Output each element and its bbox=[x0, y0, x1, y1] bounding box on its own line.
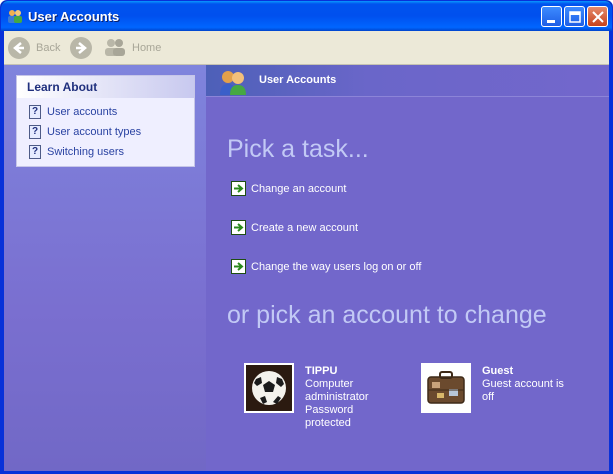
help-icon: ? bbox=[29, 105, 41, 119]
account-description: Computer administrator Password protecte… bbox=[305, 378, 395, 430]
account-desc-line: Password bbox=[305, 404, 354, 416]
toolbar: Back Home bbox=[4, 31, 609, 65]
right-pane: User Accounts Pick a task... Change an a… bbox=[206, 65, 609, 471]
back-arrow-icon bbox=[8, 37, 30, 59]
learn-link-label: User account types bbox=[47, 126, 142, 138]
task-label: Change an account bbox=[251, 182, 347, 195]
close-button[interactable] bbox=[587, 6, 608, 27]
pick-account-heading: or pick an account to change bbox=[227, 301, 547, 329]
window-title: User Accounts bbox=[28, 9, 120, 24]
task-label: Create a new account bbox=[251, 221, 359, 234]
pick-task-heading: Pick a task... bbox=[227, 135, 369, 163]
minimize-button[interactable] bbox=[541, 6, 562, 27]
back-button[interactable]: Back bbox=[8, 36, 60, 60]
soccer-ball-picture bbox=[244, 363, 294, 413]
learn-link-label: User accounts bbox=[47, 106, 118, 118]
account-description: Guest account is off bbox=[482, 378, 572, 404]
account-desc-line: protected bbox=[305, 417, 351, 429]
user-accounts-window: User Accounts Back Home Learn About ? Us… bbox=[0, 0, 613, 474]
account-desc-line: Computer bbox=[305, 378, 354, 390]
back-label: Back bbox=[36, 42, 61, 54]
help-icon: ? bbox=[29, 125, 41, 139]
learn-about-heading: Learn About bbox=[17, 76, 194, 98]
home-button[interactable]: Home bbox=[104, 36, 161, 60]
section-header-title: User Accounts bbox=[259, 74, 337, 86]
section-header: User Accounts bbox=[206, 65, 609, 97]
title-bar[interactable]: User Accounts bbox=[1, 1, 612, 31]
user-accounts-icon bbox=[7, 8, 23, 24]
forward-arrow-icon bbox=[70, 37, 92, 59]
account-desc-line: off bbox=[482, 391, 495, 403]
green-arrow-icon bbox=[231, 220, 246, 235]
forward-button[interactable] bbox=[70, 36, 92, 60]
task-create-account[interactable]: Create a new account bbox=[231, 220, 358, 235]
learn-link-switching-users[interactable]: ? Switching users bbox=[17, 142, 194, 162]
learn-about-panel: Learn About ? User accounts ? User accou… bbox=[16, 75, 195, 167]
suitcase-picture bbox=[421, 363, 471, 413]
content-area: Learn About ? User accounts ? User accou… bbox=[4, 65, 609, 471]
user-accounts-icon bbox=[218, 69, 248, 98]
left-pane: Learn About ? User accounts ? User accou… bbox=[4, 65, 206, 471]
learn-link-user-accounts[interactable]: ? User accounts bbox=[17, 102, 194, 122]
task-label: Change the way users log on or off bbox=[251, 260, 422, 273]
account-name: TIPPU bbox=[305, 365, 338, 377]
learn-link-user-account-types[interactable]: ? User account types bbox=[17, 122, 194, 142]
task-change-logon[interactable]: Change the way users log on or off bbox=[231, 259, 421, 274]
green-arrow-icon bbox=[231, 181, 246, 196]
window-frame-right bbox=[609, 31, 612, 473]
maximize-button[interactable] bbox=[564, 6, 585, 27]
green-arrow-icon bbox=[231, 259, 246, 274]
account-desc-line: administrator bbox=[305, 391, 369, 403]
account-desc-line: Guest account is bbox=[482, 378, 564, 390]
home-users-icon bbox=[104, 37, 126, 60]
learn-about-list: ? User accounts ? User account types ? S… bbox=[17, 98, 194, 166]
help-icon: ? bbox=[29, 145, 41, 159]
account-name: Guest bbox=[482, 365, 514, 377]
learn-link-label: Switching users bbox=[47, 146, 125, 158]
home-label: Home bbox=[132, 42, 162, 54]
task-change-account[interactable]: Change an account bbox=[231, 181, 346, 196]
